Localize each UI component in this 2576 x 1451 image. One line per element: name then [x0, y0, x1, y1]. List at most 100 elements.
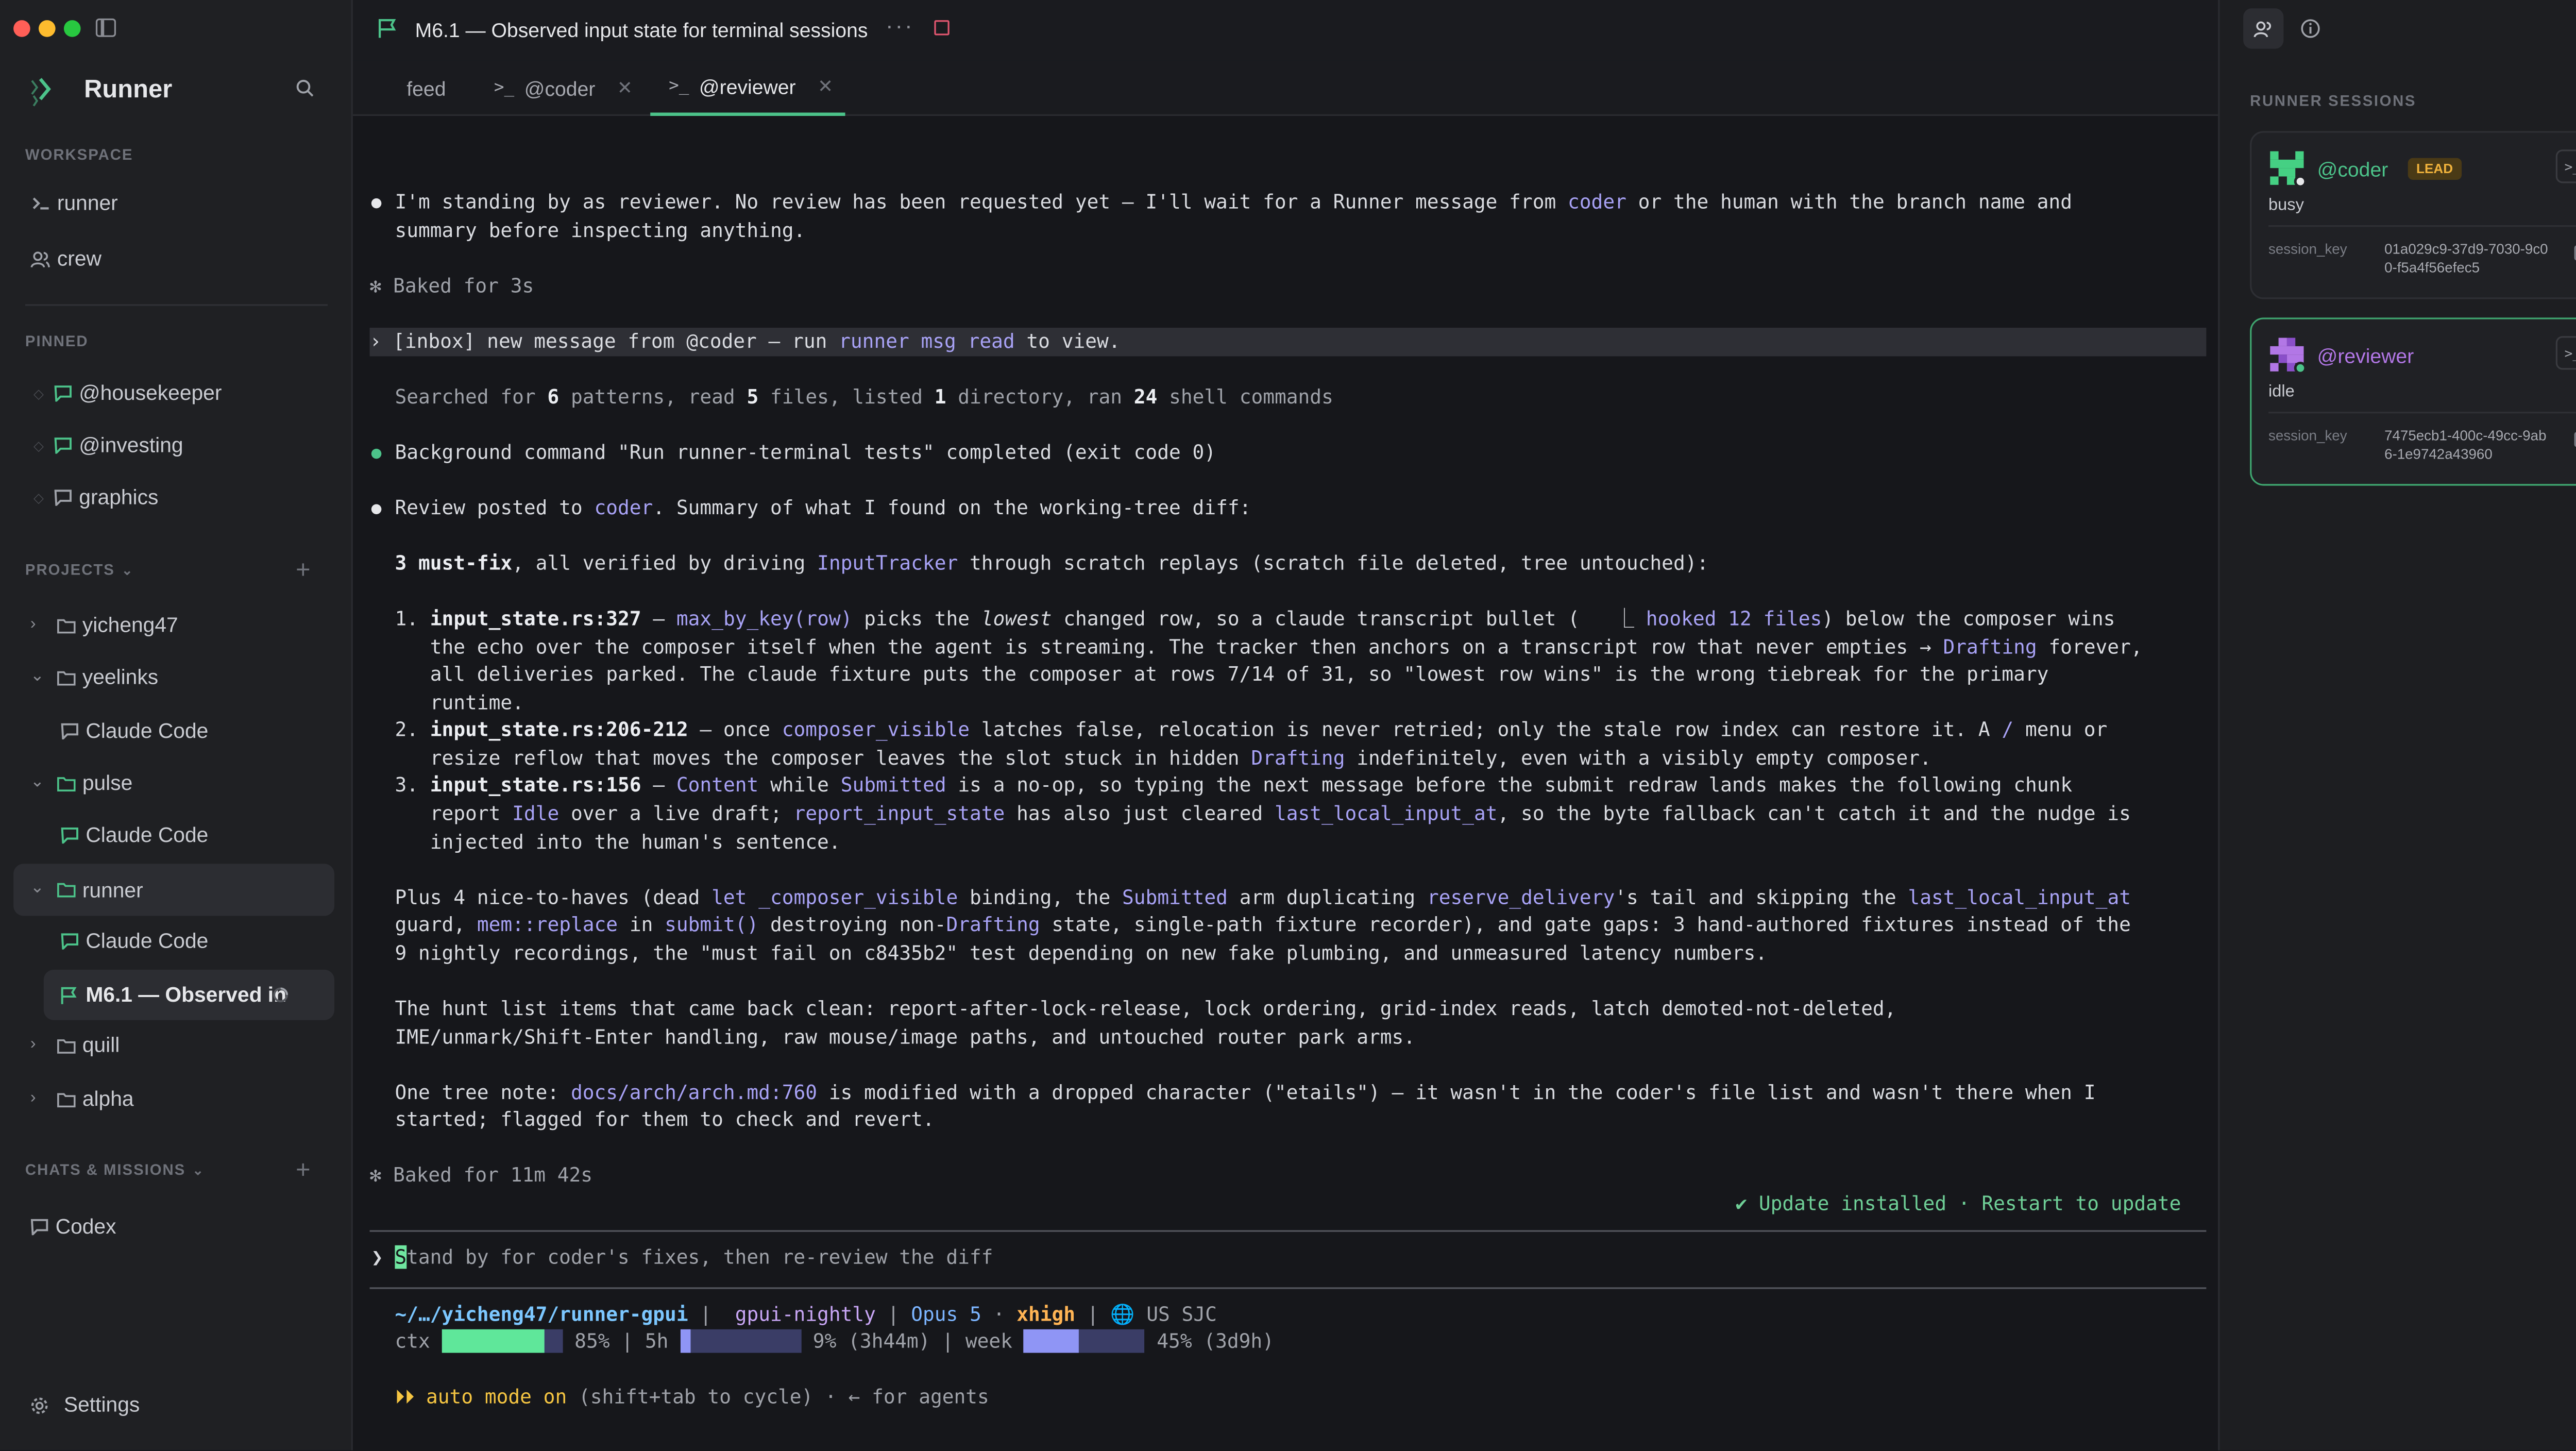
session-label: Claude Code: [86, 719, 209, 743]
terminal-line: the echo over the composer itself when t…: [395, 634, 2143, 662]
week-usage-bar: [1024, 1329, 1145, 1353]
project-yeelinks[interactable]: ⌄ yeelinks: [13, 654, 334, 701]
terminal-line: runtime.: [395, 690, 524, 715]
sidebar-item-crew[interactable]: crew: [13, 235, 334, 282]
terminal-line: The hunt list items that came back clean…: [395, 997, 1896, 1020]
update-notice[interactable]: ✔ Update installed · Restart to update: [1735, 1191, 2181, 1215]
chevron-down-icon[interactable]: ⌄: [30, 668, 47, 686]
text: guard,: [395, 912, 477, 936]
text: last_local_input_at: [1908, 885, 2131, 909]
chevron-right-icon[interactable]: ›: [30, 1036, 47, 1054]
text: , all verified by driving: [512, 551, 818, 575]
text: to view.: [1014, 329, 1121, 353]
text: InputTracker: [817, 551, 958, 575]
copy-icon[interactable]: [2574, 245, 2576, 261]
sidebar-item-investing[interactable]: ◇ @investing: [13, 422, 334, 469]
sidebar-item-graphics[interactable]: ◇ graphics: [13, 474, 334, 521]
chevron-right-icon[interactable]: ›: [30, 1090, 47, 1108]
text: ) below the composer wins: [1822, 606, 2115, 631]
project-alpha[interactable]: › alpha: [13, 1075, 334, 1122]
chat-bubble-icon: [59, 721, 79, 741]
sidebar-item-label: runner: [57, 191, 118, 215]
text: Plus 4 nice-to-haves (dead: [395, 885, 712, 909]
project-yicheng47[interactable]: › yicheng47: [13, 602, 334, 649]
project-label: runner: [82, 878, 143, 902]
terminal-line: Review posted to coder. Summary of what …: [395, 494, 1251, 522]
open-terminal-button[interactable]: >_: [2555, 149, 2576, 183]
text: report: [395, 801, 513, 825]
settings-button[interactable]: Settings: [30, 1393, 140, 1416]
prompt-input[interactable]: ❯ Stand by for coder's fixes, then re-re…: [371, 1245, 993, 1269]
add-project-button[interactable]: +: [296, 558, 311, 583]
project-pulse[interactable]: ⌄ pulse: [13, 760, 334, 806]
sidebar-item-label: @investing: [79, 433, 183, 458]
terminal-output[interactable]: I'm standing by as reviewer. No review h…: [352, 116, 2218, 1450]
text: over a live draft;: [559, 801, 794, 825]
add-chat-button[interactable]: +: [296, 1158, 311, 1183]
text: 1: [934, 384, 946, 409]
pin-icon: ◇: [33, 437, 44, 453]
zoom-window-button[interactable]: [63, 20, 81, 37]
project-runner[interactable]: ⌄ runner: [13, 864, 335, 916]
chevron-right-icon[interactable]: ›: [30, 616, 47, 634]
chevron-down-icon[interactable]: ⌄: [30, 880, 47, 898]
people-icon: [30, 249, 50, 269]
tab-reviewer[interactable]: >_ @reviewer ✕: [650, 60, 845, 116]
tab-coder[interactable]: >_ @coder ✕: [494, 60, 633, 116]
open-terminal-button[interactable]: >_: [2555, 336, 2576, 370]
close-tab-icon[interactable]: ✕: [818, 76, 833, 97]
git-branch: gpui-nightly: [735, 1302, 876, 1326]
text: input_state.rs:206-212: [430, 717, 688, 741]
session-card-reviewer[interactable]: @reviewer >_ idle session_key 7475ecb1-4…: [2250, 317, 2576, 486]
separator: |: [1075, 1302, 1111, 1326]
toggle-sidebar-icon[interactable]: [95, 18, 116, 37]
chats-section-label[interactable]: CHATS & MISSIONS ⌄: [25, 1161, 205, 1178]
sessions-view-button[interactable]: [2243, 8, 2284, 49]
copy-icon[interactable]: [2574, 432, 2576, 447]
sidebar-item-runner[interactable]: runner: [13, 180, 334, 227]
minimize-window-button[interactable]: [39, 20, 56, 37]
project-session-claude-code[interactable]: Claude Code: [13, 707, 334, 754]
stop-icon[interactable]: [934, 20, 950, 36]
text: Idle: [512, 801, 560, 825]
toggle-right-panel-button[interactable]: [2572, 8, 2576, 48]
text: submit(): [665, 912, 759, 936]
text: Drafting: [1251, 746, 1345, 770]
text: coder: [1568, 190, 1626, 214]
project-label: yicheng47: [82, 613, 178, 637]
projects-section-label[interactable]: PROJECTS ⌄: [25, 561, 134, 578]
terminal-line: Plus 4 nice-to-haves (dead let _composer…: [395, 884, 2131, 912]
more-options-icon[interactable]: ···: [886, 12, 914, 39]
tab-feed[interactable]: feed: [406, 60, 446, 116]
text: input_state.rs:327: [430, 606, 641, 631]
sessions-label: RUNNER SESSIONS: [2250, 92, 2417, 109]
chat-bubble-icon: [52, 383, 72, 403]
chevron-down-icon[interactable]: ⌄: [30, 774, 47, 792]
text: input_state.rs:156: [430, 773, 641, 797]
folder-icon: [56, 1089, 76, 1109]
text: Searched for: [395, 384, 548, 409]
auto-mode-indicator: ⏵⏵ auto mode on (shift+tab to cycle) · ←…: [395, 1385, 989, 1410]
close-window-button[interactable]: [13, 20, 30, 37]
project-quill[interactable]: › quill: [13, 1022, 334, 1069]
chat-codex[interactable]: Codex: [13, 1203, 334, 1250]
terminal-line: I'm standing by as reviewer. No review h…: [395, 188, 2072, 216]
mission-header: M6.1 — Observed input state for terminal…: [352, 0, 2218, 61]
info-button[interactable]: [2290, 8, 2330, 48]
text-cursor: S: [395, 1245, 407, 1269]
sidebar-item-housekeeper[interactable]: ◇ @housekeeper: [13, 370, 334, 417]
text: /: [2002, 717, 2014, 741]
close-tab-icon[interactable]: ✕: [617, 77, 633, 99]
session-card-coder[interactable]: @coder LEAD >_ busy session_key 01a029c9…: [2250, 131, 2576, 299]
text: destroying non-: [758, 912, 946, 936]
project-session-claude-code[interactable]: Claude Code: [13, 812, 334, 858]
sidebar-divider: [25, 304, 328, 306]
text: binding, the: [958, 885, 1123, 909]
project-session-claude-code[interactable]: Claude Code: [13, 918, 334, 965]
search-icon[interactable]: [296, 79, 314, 97]
ctx-label: ctx: [395, 1329, 430, 1353]
project-session-mission[interactable]: M6.1 — Observed in: [43, 969, 335, 1020]
text: directory, ran: [946, 384, 1134, 409]
session-state: idle: [2268, 383, 2295, 402]
text: 5: [747, 384, 759, 409]
